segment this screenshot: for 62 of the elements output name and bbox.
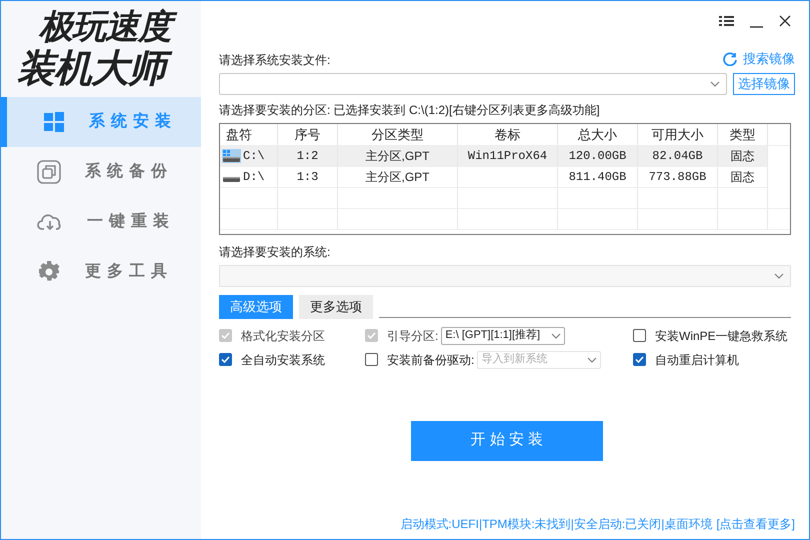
file-label: 请选择系统安装文件: [219, 52, 330, 68]
nav-item[interactable]: 系统备份 [1, 147, 201, 197]
menu-icon[interactable] [719, 15, 734, 27]
start-install-button[interactable]: 开 始 安 装 [411, 420, 603, 460]
select-value: 导入到新系统 [481, 352, 548, 368]
option-label: 格式化安装分区 [241, 328, 325, 344]
column-header: 卷标 [458, 124, 558, 144]
nav-item[interactable]: 更多工具 [1, 247, 201, 297]
options-tab[interactable]: 更多选项 [299, 294, 373, 318]
table-cell-text: 固态 [730, 168, 754, 186]
select-value: E:\ [GPT][1:1][推荐] [445, 328, 540, 344]
select-image-button[interactable]: 选择镜像 [733, 72, 795, 94]
chevron-down-icon [774, 272, 784, 278]
search-image-link[interactable]: 搜索镜像 [723, 49, 795, 68]
partition-label: 请选择要安装的分区: 已选择安装到 C:\(1:2)[右键分区列表更多高级功能] [219, 102, 601, 118]
nav-label: 更多工具 [85, 262, 173, 282]
column-header: 分区类型 [338, 124, 458, 144]
nav-item[interactable]: 系统安装 [1, 97, 201, 147]
logo-text: 极玩速度 [35, 7, 175, 47]
chevron-down-icon [587, 356, 598, 362]
table-cell-text: 主分区,GPT [365, 148, 430, 164]
table-cell-text: 773.88GB [648, 168, 706, 186]
checkbox[interactable] [633, 329, 646, 342]
status-text: 启动模式:UEFI|TPM模块:未找到|安全启动:已关闭|桌面环境 [400, 516, 712, 533]
more-info-link[interactable]: [点击查看更多] [716, 515, 795, 533]
nav-item[interactable]: 一键重装 [1, 197, 201, 247]
nav-label: 系统备份 [85, 161, 173, 182]
chevron-down-icon [551, 332, 562, 338]
table-cell-text: 811.40GB [568, 168, 626, 186]
option-label: 自动重启计算机 [655, 352, 739, 368]
table-cell-text: D:\ [243, 168, 265, 186]
table-cell-text: C:\ [243, 148, 265, 164]
checkbox[interactable] [365, 353, 378, 366]
option-label: 引导分区: [387, 328, 438, 344]
refresh-icon [723, 52, 737, 66]
column-header: 序号 [278, 124, 338, 144]
chevron-down-icon [710, 80, 720, 86]
checkbox[interactable] [633, 353, 646, 366]
nav-label: 系统安装 [89, 111, 177, 132]
column-header: 类型 [718, 124, 768, 144]
table-cell-text: 1:2 [296, 148, 318, 164]
table-cell-text: 1:3 [296, 168, 318, 186]
option-label: 全自动安装系统 [241, 352, 325, 368]
windows-icon [43, 111, 65, 133]
system-label: 请选择要安装的系统: [219, 244, 332, 260]
copy-icon [37, 160, 61, 184]
table-row[interactable]: C:\ 1:2 主分区,GPT Win11ProX64 120.00GB 82.04GB 固态 [220, 146, 768, 166]
column-header: 总大小 [558, 124, 638, 144]
table-cell-text: Win11ProX64 [468, 148, 548, 164]
nav-label: 一键重装 [87, 211, 175, 232]
table-cell-text: 82.04GB [652, 148, 703, 164]
option-label: 安装WinPE一键急救系统 [655, 328, 788, 344]
checkbox[interactable] [219, 353, 232, 366]
table-row[interactable]: D:\ 1:3 主分区,GPT 811.40GB 773.88GB 固态 [220, 166, 768, 188]
close-icon[interactable] [779, 15, 791, 27]
table-cell-text: 固态 [730, 148, 754, 164]
column-header: 可用大小 [638, 124, 718, 144]
column-header: 盘符 [220, 124, 278, 144]
table-cell-text: 主分区,GPT [365, 168, 430, 186]
options-tab[interactable]: 高级选项 [219, 294, 293, 318]
table-cell-text: 120.00GB [568, 148, 626, 164]
option-label: 安装前备份驱动: [387, 352, 474, 368]
